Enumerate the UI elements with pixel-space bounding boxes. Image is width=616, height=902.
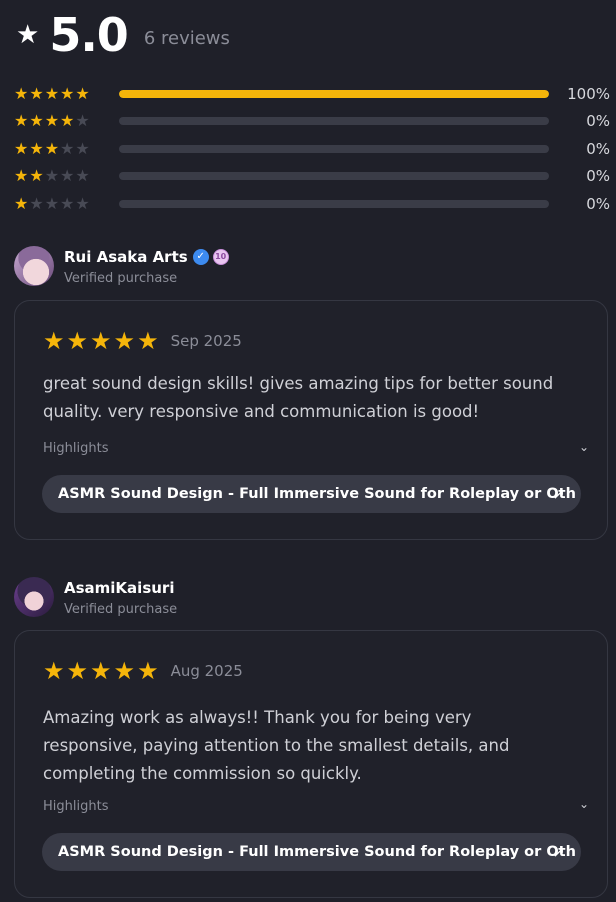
stars-5: ★ ★ ★ ★ ★: [14, 83, 118, 103]
star-empty-icon: ★: [44, 166, 61, 186]
star-filled-icon: ★: [44, 138, 61, 158]
star-empty-icon: ★: [75, 166, 91, 186]
breakdown-bar: [119, 144, 549, 153]
level-badge: 10: [212, 248, 229, 265]
breakdown-row-1[interactable]: ★ ★ ★ ★ ★ 0%: [14, 190, 610, 218]
breakdown-bar: [119, 172, 549, 181]
reviewer-header: Rui Asaka Arts ✓ 10 Verified purchase: [14, 246, 229, 286]
service-link-text: ASMR Sound Design - Full Immersive Sound…: [58, 844, 576, 860]
review-text: great sound design skills! gives amazing…: [43, 374, 554, 421]
star-empty-icon: ★: [29, 193, 45, 213]
chevron-down-icon[interactable]: ⌄: [579, 440, 589, 454]
highlights-label: Highlights: [43, 799, 109, 814]
star-empty-icon: ★: [44, 193, 61, 213]
star-filled-icon: ★: [14, 193, 30, 213]
star-filled-icon: ★: [60, 83, 76, 103]
reviewer-name[interactable]: Rui Asaka Arts: [64, 248, 188, 266]
avatar[interactable]: [14, 577, 54, 617]
highlights-label: Highlights: [43, 441, 109, 456]
avatar[interactable]: [14, 246, 54, 286]
breakdown-percent: 0%: [586, 112, 610, 131]
breakdown-row-2[interactable]: ★ ★ ★ ★ ★ 0%: [14, 163, 610, 191]
star-empty-icon: ★: [75, 138, 91, 158]
breakdown-percent: 0%: [586, 167, 610, 186]
star-empty-icon: ★: [60, 166, 76, 186]
star-filled-icon: ★: [14, 83, 30, 103]
breakdown-row-5[interactable]: ★ ★ ★ ★ ★ 100%: [14, 80, 610, 108]
star-empty-icon: ★: [60, 138, 76, 158]
service-link-text: ASMR Sound Design - Full Immersive Sound…: [58, 486, 576, 502]
star-filled-icon: ★: [137, 327, 161, 355]
star-filled-icon: ★: [14, 166, 30, 186]
star-filled-icon: ★: [43, 657, 67, 685]
average-score: 5.0: [49, 8, 128, 62]
star-filled-icon: ★: [14, 138, 30, 158]
star-filled-icon: ★: [90, 657, 114, 685]
reviewer-name[interactable]: AsamiKaisuri: [64, 579, 174, 597]
review-count: 6 reviews: [143, 27, 230, 49]
star-empty-icon: ★: [75, 111, 91, 131]
star-filled-icon: ★: [113, 327, 138, 355]
star-empty-icon: ★: [75, 193, 91, 213]
verified-purchase-label: Verified purchase: [64, 601, 178, 617]
breakdown-percent: 0%: [586, 139, 610, 158]
service-link-pill[interactable]: ASMR Sound Design - Full Immersive Sound…: [42, 475, 581, 513]
star-filled-icon: ★: [43, 327, 67, 355]
stars-4: ★ ★ ★ ★ ★: [14, 113, 118, 129]
star-filled-icon: ★: [137, 657, 161, 685]
star-filled-icon: ★: [44, 83, 61, 103]
breakdown-row-4[interactable]: ★ ★ ★ ★ ★ 0%: [14, 108, 610, 136]
stars-3: ★ ★ ★ ★ ★: [14, 138, 118, 158]
verified-purchase-label: Verified purchase: [64, 270, 178, 286]
arrow-up-right-icon: ↗: [552, 485, 565, 503]
star-filled-icon: ★: [60, 111, 76, 131]
breakdown-percent: 100%: [567, 84, 610, 103]
review-rating-stars: ★ ★ ★ ★ ★: [43, 329, 161, 353]
stars-1: ★ ★ ★ ★ ★: [14, 193, 118, 213]
star-filled-icon: ★: [29, 83, 45, 103]
star-filled-icon: ★: [14, 111, 30, 131]
star-filled-icon: ★: [66, 657, 91, 685]
review-text: Amazing work as always!! Thank you for b…: [43, 708, 510, 783]
rating-breakdown: ★ ★ ★ ★ ★ 100% ★ ★ ★ ★ ★ 0% ★ ★ ★ ★ ★ 0% ★ ★ ★ ★ ★ 0% ★ ★…: [14, 80, 610, 218]
review-card: ★ ★ ★ ★ ★ Sep 2025 great sound design skills…: [14, 300, 608, 540]
breakdown-row-3[interactable]: ★ ★ ★ ★ ★ 0%: [14, 135, 610, 163]
breakdown-bar: [119, 89, 549, 98]
star-empty-icon: ★: [60, 193, 76, 213]
breakdown-percent: 0%: [586, 194, 610, 213]
star-filled-icon: ★: [75, 83, 91, 103]
breakdown-bar: [119, 199, 549, 208]
stars-2: ★ ★ ★ ★ ★: [14, 168, 118, 184]
reviewer-header: AsamiKaisuri Verified purchase: [14, 577, 177, 617]
star-filled-icon: ★: [44, 111, 61, 131]
star-filled-icon: ★: [90, 327, 114, 355]
star-filled-icon: ★: [113, 657, 138, 685]
breakdown-bar-fill: [119, 89, 549, 98]
chevron-down-icon[interactable]: ⌄: [579, 797, 589, 811]
review-card: ★ ★ ★ ★ ★ Aug 2025 Amazing work as always!! …: [14, 630, 608, 898]
review-rating-stars: ★ ★ ★ ★ ★: [43, 659, 161, 683]
review-date: Aug 2025: [170, 662, 243, 680]
arrow-up-right-icon: ↗: [552, 843, 565, 861]
star-filled-icon: ★: [66, 327, 91, 355]
rating-summary: ★ 5.0 6 reviews: [16, 6, 230, 64]
star-icon: ★: [16, 20, 40, 50]
star-filled-icon: ★: [29, 111, 45, 131]
breakdown-bar: [119, 117, 549, 126]
review-date: Sep 2025: [170, 332, 242, 350]
star-filled-icon: ★: [29, 138, 45, 158]
verified-check-icon: ✓: [192, 248, 209, 265]
star-filled-icon: ★: [29, 166, 45, 186]
service-link-pill[interactable]: ASMR Sound Design - Full Immersive Sound…: [42, 833, 581, 871]
